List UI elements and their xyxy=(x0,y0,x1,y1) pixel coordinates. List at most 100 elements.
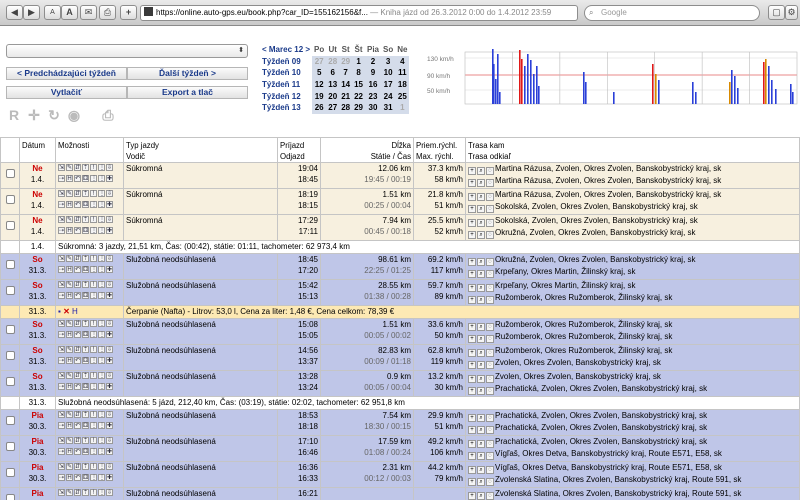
locate-icon[interactable]: ◌ xyxy=(486,284,494,292)
plus-icon[interactable]: + xyxy=(468,478,476,486)
zoom-icon[interactable]: ⌕ xyxy=(477,179,485,187)
map-icon[interactable]: ⇲ xyxy=(58,346,65,353)
details-icon[interactable]: ⋮ xyxy=(98,190,105,197)
row-checkbox[interactable] xyxy=(6,260,15,269)
locate-icon[interactable]: ◌ xyxy=(486,426,494,434)
details-icon[interactable]: ⋮ xyxy=(98,281,105,288)
trip-row[interactable]: So 31.3. ⇲ ✎ ⇵ ⇡! ⋮ ⇩ ⇢ H ↶ ⚃ ⋮ ⋮ ✚ Služobná neodsúhlas… xyxy=(0,344,800,371)
download-icon[interactable]: ⇩ xyxy=(106,216,113,223)
locate-icon[interactable]: ◌ xyxy=(486,296,494,304)
zoom-icon[interactable]: ⌕ xyxy=(477,492,485,500)
locate-icon[interactable]: ◌ xyxy=(486,452,494,460)
swap-icon[interactable]: ⇵ xyxy=(74,320,81,327)
details-icon[interactable]: ⋮ xyxy=(90,227,97,234)
calendar-day[interactable]: 27 xyxy=(312,55,327,68)
download-icon[interactable]: ⇩ xyxy=(106,190,113,197)
download-icon[interactable]: ⇩ xyxy=(106,437,113,444)
fuel-info-icon[interactable]: ▪ xyxy=(58,307,61,316)
locate-icon[interactable]: ◌ xyxy=(486,219,494,227)
zoom-icon[interactable]: ⌕ xyxy=(477,335,485,343)
goto-icon[interactable]: ⇢ xyxy=(58,474,65,481)
trip-row[interactable]: Ne 1.4. ⇲ ✎ ⇵ ⇡! ⋮ ⇩ ⇢ H ↶ ⚃ ⋮ ⋮ ✚ Súkromná 18:19 18:15 1.… xyxy=(0,188,800,215)
upload-icon[interactable]: ⇡ xyxy=(82,255,89,262)
swap-icon[interactable]: ⇵ xyxy=(74,164,81,171)
column-time[interactable]: Príjazd Odjazd xyxy=(277,137,321,163)
details-icon[interactable]: ⋮ xyxy=(90,331,97,338)
undo-icon[interactable]: ↶ xyxy=(74,448,81,455)
trip-type[interactable]: Služobná neodsúhlasená xyxy=(123,435,278,462)
trip-row[interactable]: Ne 1.4. ⇲ ✎ ⇵ ⇡! ⋮ ⇩ ⇢ H ↶ ⚃ ⋮ ⋮ ✚ Súkromná 17:29 17:11 7.… xyxy=(0,214,800,241)
calendar-day[interactable]: 24 xyxy=(381,90,396,102)
calendar-day[interactable]: 6 xyxy=(326,67,340,79)
swap-icon[interactable]: ⇵ xyxy=(74,346,81,353)
zoom-icon[interactable]: ⌕ xyxy=(477,414,485,422)
locate-icon[interactable]: ◌ xyxy=(486,231,494,239)
alert-icon[interactable]: ! xyxy=(90,281,97,288)
row-checkbox[interactable] xyxy=(6,195,15,204)
dice-icon[interactable]: ⚃ xyxy=(82,266,89,273)
details-icon[interactable]: ⋮ xyxy=(98,255,105,262)
edit-icon[interactable]: ✎ xyxy=(66,255,73,262)
details-icon[interactable]: ⋮ xyxy=(90,448,97,455)
row-checkbox[interactable] xyxy=(6,351,15,360)
swap-icon[interactable]: ⇵ xyxy=(74,411,81,418)
edit-icon[interactable]: ✎ xyxy=(66,346,73,353)
plus-icon[interactable]: + xyxy=(468,361,476,369)
column-length[interactable]: Dĺžka Státie / Čas xyxy=(320,137,414,163)
map-icon[interactable]: ⇲ xyxy=(58,255,65,262)
details-icon[interactable]: ⋮ xyxy=(98,346,105,353)
alert-icon[interactable]: ! xyxy=(90,320,97,327)
details-icon[interactable]: ⋮ xyxy=(98,227,105,234)
calendar-day[interactable]: 5 xyxy=(312,67,327,79)
calendar-day[interactable]: 9 xyxy=(365,67,382,79)
add-icon[interactable]: ✚ xyxy=(106,474,113,481)
locate-icon[interactable]: ◌ xyxy=(486,179,494,187)
calendar-day[interactable]: 15 xyxy=(352,78,365,91)
history-icon[interactable]: H xyxy=(66,474,73,481)
trip-row[interactable]: So 31.3. ⇲ ✎ ⇵ ⇡! ⋮ ⇩ ⇢ H ↶ ⚃ ⋮ ⋮ ✚ Služobná neodsúhlas… xyxy=(0,370,800,397)
upload-icon[interactable]: ⇡ xyxy=(82,411,89,418)
alert-icon[interactable]: ! xyxy=(90,190,97,197)
edit-icon[interactable]: ✎ xyxy=(66,281,73,288)
download-icon[interactable]: ⇩ xyxy=(106,411,113,418)
calendar-day[interactable]: 1 xyxy=(352,55,365,68)
add-icon[interactable]: ✚ xyxy=(106,383,113,390)
swap-icon[interactable]: ⇵ xyxy=(74,489,81,496)
details-icon[interactable]: ⋮ xyxy=(90,266,97,273)
details-icon[interactable]: ⋮ xyxy=(98,383,105,390)
locate-icon[interactable]: ◌ xyxy=(486,414,494,422)
locate-icon[interactable]: ◌ xyxy=(486,205,494,213)
add-icon[interactable]: ✚ xyxy=(106,227,113,234)
add-icon[interactable]: ✚ xyxy=(106,266,113,273)
goto-icon[interactable]: ⇢ xyxy=(58,292,65,299)
upload-icon[interactable]: ⇡ xyxy=(82,164,89,171)
printer-icon[interactable]: ⎙ xyxy=(100,107,116,123)
swap-icon[interactable]: ⇵ xyxy=(74,463,81,470)
goto-icon[interactable]: ⇢ xyxy=(58,266,65,273)
details-icon[interactable]: ⋮ xyxy=(90,357,97,364)
map-icon[interactable]: ⇲ xyxy=(58,281,65,288)
back-icon[interactable]: ◀ xyxy=(6,5,23,20)
trip-type[interactable]: Služobná neodsúhlasená xyxy=(123,487,278,500)
zoom-icon[interactable]: ⌕ xyxy=(477,478,485,486)
undo-icon[interactable]: ↶ xyxy=(74,227,81,234)
zoom-icon[interactable]: ⌕ xyxy=(477,375,485,383)
column-type[interactable]: Typ jazdy Vodič xyxy=(123,137,278,163)
row-checkbox[interactable] xyxy=(6,221,15,230)
trip-row[interactable]: Pia30.3.⇲✎⇵⇡!⋮⇩⇢H↶⚃⋮⋮✚Služobná neodsúhla… xyxy=(0,409,800,436)
zoom-icon[interactable]: ⌕ xyxy=(477,361,485,369)
calendar-day[interactable]: 28 xyxy=(326,55,340,68)
trip-row[interactable]: Ne 1.4. ⇲ ✎ ⇵ ⇡! ⋮ ⇩ ⇢ H ↶ ⚃ ⋮ ⋮ ✚ Súkromná 19:04 18:45 12… xyxy=(0,162,800,189)
trip-row[interactable]: Pia30.3.⇲✎⇵⇡!⋮⇩⇢H↶⚃⋮⋮✚Služobná neodsúhla… xyxy=(0,461,800,488)
refresh-icon[interactable]: ↻ xyxy=(46,107,62,123)
alert-icon[interactable]: ! xyxy=(90,216,97,223)
details-icon[interactable]: ⋮ xyxy=(98,266,105,273)
details-icon[interactable]: ⋮ xyxy=(90,422,97,429)
edit-icon[interactable]: ✎ xyxy=(66,463,73,470)
locate-icon[interactable]: ◌ xyxy=(486,193,494,201)
upload-icon[interactable]: ⇡ xyxy=(82,489,89,496)
delete-icon[interactable]: ✕ xyxy=(63,307,70,316)
alert-icon[interactable]: ! xyxy=(90,489,97,496)
details-icon[interactable]: ⋮ xyxy=(90,383,97,390)
alert-icon[interactable]: ! xyxy=(90,372,97,379)
